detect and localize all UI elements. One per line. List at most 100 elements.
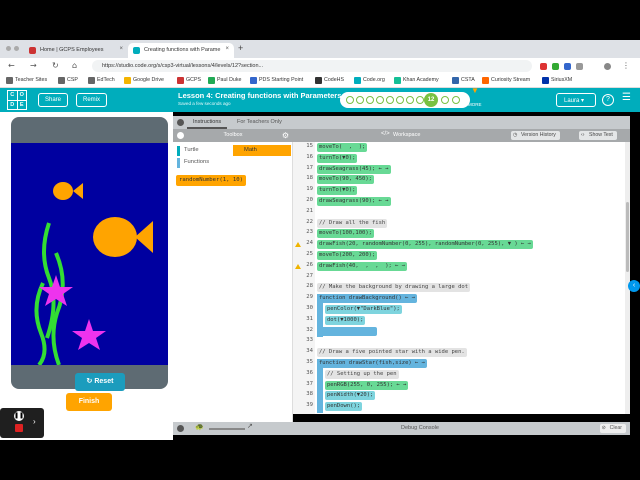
chevron-down-icon[interactable]: ▼ xyxy=(471,86,479,95)
reload-icon[interactable]: ↻ xyxy=(52,61,59,70)
code-block[interactable]: moveTo(200, 200); xyxy=(317,251,378,260)
side-panel-toggle-icon[interactable]: ‹ xyxy=(628,280,640,292)
extension-icon[interactable] xyxy=(540,63,547,70)
level-dot[interactable] xyxy=(386,96,394,104)
code-block[interactable]: drawSeagrass(90); ← → xyxy=(317,197,391,206)
window-controls[interactable] xyxy=(6,46,11,51)
level-dot[interactable] xyxy=(416,96,424,104)
warning-icon[interactable] xyxy=(295,263,301,269)
warning-icon[interactable] xyxy=(295,242,301,248)
code-block[interactable]: drawFish(20, randomNumber(0, 255), rando… xyxy=(317,240,533,250)
tab-instructions[interactable]: Instructions xyxy=(187,116,228,129)
bookmark-teacher-sites[interactable]: Teacher Sites xyxy=(6,77,47,84)
level-dot[interactable] xyxy=(366,96,374,104)
close-icon[interactable]: × xyxy=(119,46,123,52)
level-dot[interactable] xyxy=(376,96,384,104)
category-math[interactable]: Math xyxy=(233,145,291,156)
level-dot[interactable] xyxy=(406,96,414,104)
collapse-left-icon[interactable] xyxy=(177,132,184,139)
clear-console-button[interactable]: ⊘ Clear xyxy=(599,424,626,433)
user-menu[interactable]: Laura ▾ xyxy=(556,93,596,107)
code-comment-block[interactable]: // Setting up the pen xyxy=(325,369,399,379)
pause-icon[interactable]: ❚❚ xyxy=(14,411,24,421)
forward-arrow-icon[interactable]: → xyxy=(30,61,37,70)
code-block[interactable]: penColor(▼"DarkBlue"); xyxy=(325,305,402,314)
bookmark-khan[interactable]: Khan Academy xyxy=(394,77,439,84)
browser-menu-icon[interactable]: ⋮ xyxy=(622,61,630,70)
gear-icon[interactable]: ⚙ xyxy=(282,129,289,142)
code-block[interactable]: drawSeagrass(45); ← → xyxy=(317,164,391,174)
bookmark-curiosity[interactable]: Curiosity Stream xyxy=(482,77,530,84)
code-block[interactable]: drawFish(40, , , ); ← → xyxy=(317,261,408,271)
level-dot[interactable] xyxy=(452,96,460,104)
code-block[interactable]: moveTo(100,100); xyxy=(317,229,374,239)
version-history-button[interactable]: ◷ Version History xyxy=(511,131,560,140)
code-block[interactable]: penWidth(▼20); xyxy=(325,391,376,401)
collapse-icon[interactable] xyxy=(177,119,184,126)
extension-icon[interactable] xyxy=(564,63,571,70)
code-comment-block[interactable]: // Make the background by drawing a larg… xyxy=(317,283,471,293)
level-dot[interactable] xyxy=(441,96,449,104)
close-icon[interactable]: × xyxy=(225,46,229,52)
extension-icon[interactable] xyxy=(552,63,559,70)
chevron-right-icon[interactable]: › xyxy=(33,417,36,426)
code-comment-block[interactable]: // Draw a five pointed star with a wide … xyxy=(317,348,467,358)
bookmark-siriusxm[interactable]: SiriusXM xyxy=(542,77,572,84)
speed-slider[interactable] xyxy=(209,428,245,430)
workspace-scrollbar[interactable] xyxy=(625,142,630,414)
code-block[interactable]: penRGB(255, 0, 255); ← → xyxy=(325,380,409,390)
button-label: Show Text xyxy=(589,132,613,138)
code-block[interactable]: turnTo(▼0); xyxy=(317,186,358,196)
more-levels-link[interactable]: MORE xyxy=(468,102,482,107)
stop-record-icon[interactable] xyxy=(15,424,23,432)
bookmark-codehs[interactable]: CodeHS xyxy=(315,77,344,84)
category-functions[interactable]: Functions xyxy=(173,157,231,168)
random-number-block[interactable]: randomNumber(1, 10) xyxy=(176,175,246,186)
profile-avatar-icon[interactable] xyxy=(604,63,611,70)
turtle-step-icon[interactable]: 🐢 xyxy=(195,423,204,431)
bookmark-pds[interactable]: PDS Starting Point xyxy=(250,77,303,84)
bookmark-google-drive[interactable]: Google Drive xyxy=(124,77,164,84)
new-tab-button[interactable]: + xyxy=(238,43,243,53)
tab-for-teachers[interactable]: For Teachers Only xyxy=(231,116,288,129)
bookmark-csta[interactable]: CSTA xyxy=(452,77,475,84)
code-block[interactable]: function drawStar(fish,size) ← → xyxy=(317,359,427,368)
level-dot[interactable] xyxy=(396,96,404,104)
code-block[interactable]: dot(▼1000); xyxy=(325,315,366,325)
bookmark-codeorg[interactable]: Code.org xyxy=(354,77,385,84)
code-block[interactable]: turnTo(▼0); xyxy=(317,153,358,163)
code-block[interactable] xyxy=(317,326,377,336)
extension-icon[interactable] xyxy=(576,63,583,70)
remix-button[interactable]: Remix xyxy=(76,93,108,107)
level-dot[interactable] xyxy=(356,96,364,104)
reset-button[interactable]: ↻ Reset xyxy=(75,373,125,391)
address-bar[interactable]: https://studio.code.org/s/csp3-virtual/l… xyxy=(92,60,532,72)
share-button[interactable]: Share xyxy=(38,93,69,107)
codeorg-logo[interactable]: C O D E xyxy=(7,90,27,110)
code-block[interactable]: function drawBackground() ← → xyxy=(317,294,418,304)
finish-button[interactable]: Finish xyxy=(66,393,112,411)
code-workspace[interactable]: moveTo( , ); turnTo(▼0); drawSeagrass(45);… xyxy=(315,142,625,414)
show-text-button[interactable]: ‹› Show Text xyxy=(579,131,617,140)
home-icon[interactable]: ⌂ xyxy=(72,61,77,70)
scrollbar-thumb[interactable] xyxy=(626,202,629,272)
browser-tab-codeorg[interactable]: Creating functions with Parame × xyxy=(128,43,234,58)
bookmark-csp[interactable]: CSP xyxy=(58,77,78,84)
bookmark-edtech[interactable]: EdTech xyxy=(88,77,115,84)
window-controls-2[interactable] xyxy=(14,46,19,51)
back-arrow-icon[interactable]: ← xyxy=(8,61,15,70)
line-number: 22 xyxy=(306,218,313,225)
code-block[interactable]: penDown(); xyxy=(325,402,363,412)
collapse-icon[interactable] xyxy=(177,425,184,432)
bookmark-paul-duke[interactable]: Paul Duke xyxy=(208,77,241,84)
help-icon[interactable]: ? xyxy=(602,94,614,106)
browser-tab-gcps[interactable]: Home | GCPS Employees × xyxy=(24,43,128,58)
code-block[interactable]: moveTo(90, 450); xyxy=(317,175,374,185)
current-level[interactable]: 12 xyxy=(424,93,438,107)
code-comment-block[interactable]: // Draw all the fish xyxy=(317,218,388,228)
bookmark-gcps[interactable]: GCPS xyxy=(177,77,201,84)
category-turtle[interactable]: Turtle xyxy=(173,145,231,156)
code-block[interactable]: moveTo( , ); xyxy=(317,143,368,152)
hamburger-menu-icon[interactable]: ☰ xyxy=(622,92,631,103)
level-dot[interactable] xyxy=(346,96,354,104)
